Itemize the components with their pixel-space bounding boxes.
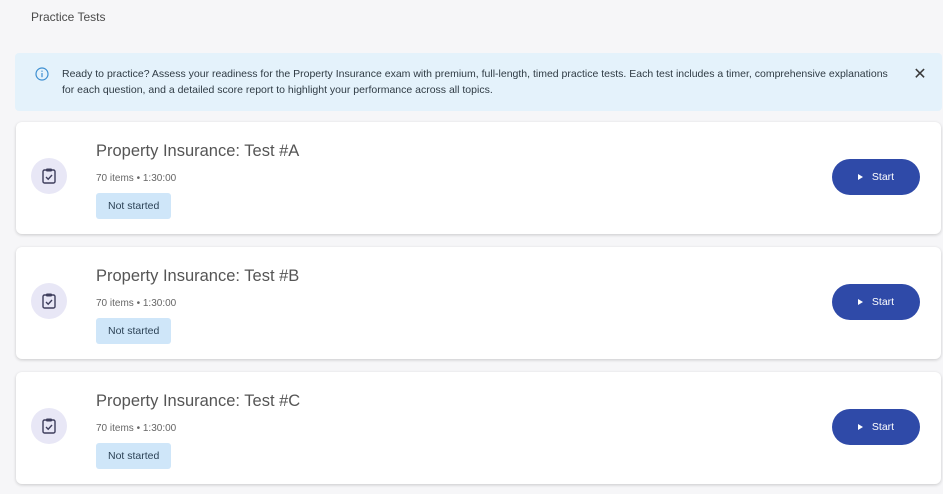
test-card-a: Property Insurance: Test #A 70 items • 1… — [16, 122, 941, 234]
start-button-label: Start — [871, 171, 895, 183]
status-badge: Not started — [96, 318, 172, 344]
banner-message: Ready to practice? Assess your readiness… — [62, 68, 888, 96]
info-banner: Ready to practice? Assess your readiness… — [15, 53, 942, 111]
test-card-b: Property Insurance: Test #B 70 items • 1… — [16, 247, 941, 359]
play-icon — [857, 299, 863, 305]
play-icon — [857, 174, 863, 180]
play-icon — [857, 424, 863, 430]
clipboard-check-icon — [31, 408, 67, 444]
start-button-label: Start — [871, 296, 895, 308]
clipboard-check-icon — [31, 158, 67, 194]
test-meta: 70 items • 1:30:00 — [96, 298, 177, 309]
start-button[interactable]: Start — [832, 409, 920, 445]
info-icon — [35, 67, 49, 81]
test-card-c: Property Insurance: Test #C 70 items • 1… — [16, 372, 941, 484]
status-badge: Not started — [96, 193, 172, 219]
start-button-label: Start — [871, 421, 895, 433]
test-title: Property Insurance: Test #A — [96, 142, 300, 160]
practice-tests-page: Practice Tests Ready to practice? Assess… — [0, 0, 943, 494]
test-title: Property Insurance: Test #B — [96, 267, 300, 285]
clipboard-check-icon — [31, 283, 67, 319]
test-meta: 70 items • 1:30:00 — [96, 423, 177, 434]
close-icon: ✕ — [913, 66, 927, 83]
status-badge: Not started — [96, 443, 172, 469]
start-button[interactable]: Start — [832, 284, 920, 320]
close-banner-button[interactable]: ✕ — [912, 67, 928, 83]
test-meta: 70 items • 1:30:00 — [96, 173, 177, 184]
test-title: Property Insurance: Test #C — [96, 392, 301, 410]
page-title: Practice Tests — [31, 10, 106, 24]
start-button[interactable]: Start — [832, 159, 920, 195]
